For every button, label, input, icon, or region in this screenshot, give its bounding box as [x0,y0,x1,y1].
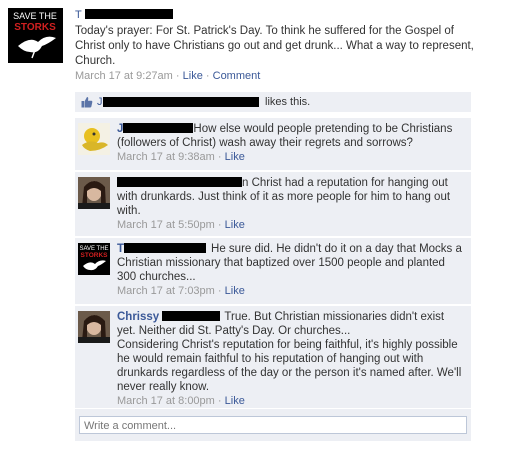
redacted-name [117,177,242,187]
comment-meta: March 17 at 7:03pm · Like [117,285,245,297]
comment-timestamp[interactable]: March 17 at 8:00pm [117,395,215,407]
comment-input[interactable]: Write a comment... [79,416,467,434]
redacted-name [84,9,173,19]
post-meta: March 17 at 9:27am · Like · Comment [75,70,261,82]
save-the-storks-logo: SAVE THE STORKS [78,243,110,275]
commenter-initial[interactable]: T [117,243,124,255]
commenter-avatar[interactable] [78,177,110,209]
comment-meta: March 17 at 8:00pm · Like [117,395,245,407]
comment-like-link[interactable]: Like [225,219,245,231]
svg-text:STORKS: STORKS [81,252,109,259]
redacted-name [103,97,259,107]
comment-timestamp[interactable]: March 17 at 9:38am [117,151,215,163]
bird-avatar-icon [78,123,110,155]
likes-text: likes this. [265,96,311,108]
comment-timestamp[interactable]: March 17 at 5:50pm [117,219,215,231]
write-comment-box: Write a comment... [75,409,471,441]
commenter-name[interactable]: Chrissy [117,311,159,323]
comment-text-continued: Considering Christ's reputation for bein… [117,339,462,393]
save-the-storks-logo: SAVE THE STORKS [8,8,63,63]
comment-link[interactable]: Comment [213,70,261,82]
comment-like-link[interactable]: Like [225,151,245,163]
comment-item: n Christ had a reputation for hanging ou… [75,171,471,236]
likes-row: J likes this. [75,92,471,112]
svg-text:STORKS: STORKS [14,22,56,33]
post-author[interactable]: T [75,9,173,22]
comment-like-link[interactable]: Like [225,285,245,297]
comment-like-link[interactable]: Like [225,395,245,407]
profile-photo-icon [78,177,110,209]
like-link[interactable]: Like [183,70,203,82]
post-author-avatar[interactable]: SAVE THE STORKS [8,8,63,63]
comment-item: Chrissy True. But Christian missionaries… [75,305,471,408]
svg-text:SAVE THE: SAVE THE [13,11,57,21]
comment-meta: March 17 at 9:38am · Like [117,151,245,163]
post-author-initial[interactable]: T [75,9,82,21]
comment-timestamp[interactable]: March 17 at 7:03pm [117,285,215,297]
thumbs-up-icon [81,96,93,111]
comment-item: SAVE THE STORKS T He sure did. He didn't … [75,237,471,304]
profile-photo-icon [78,311,110,343]
comment-meta: March 17 at 5:50pm · Like [117,219,245,231]
redacted-name [123,123,194,133]
redacted-name [162,311,221,321]
post-text: Today's prayer: For St. Patrick's Day. T… [75,25,474,67]
commenter-avatar[interactable] [78,123,110,155]
liker-name-initial[interactable]: J [97,96,103,108]
comment-item: J How else would people pretending to be … [75,117,471,170]
commenter-avatar[interactable] [78,311,110,343]
redacted-name [124,243,207,253]
commenter-avatar[interactable]: SAVE THE STORKS [78,243,110,275]
post-timestamp[interactable]: March 17 at 9:27am [75,70,173,82]
